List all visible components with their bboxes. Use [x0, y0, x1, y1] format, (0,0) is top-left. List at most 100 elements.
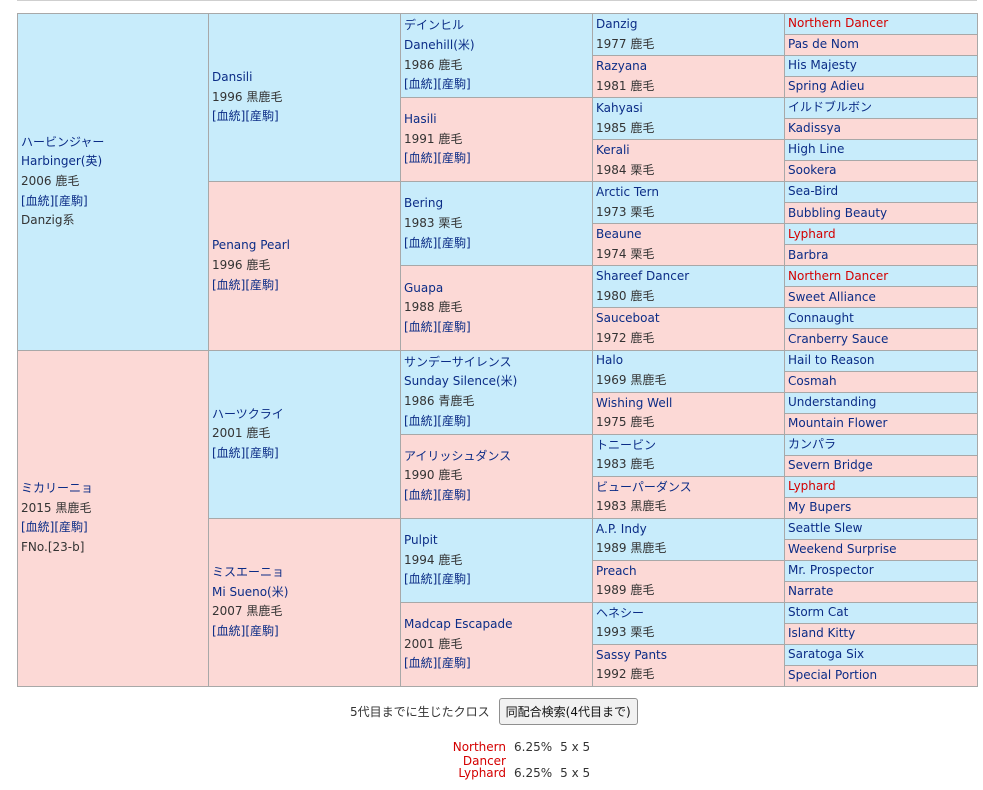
horse-name-link[interactable]: Mr. Prospector: [788, 561, 974, 580]
horse-name-link[interactable]: Sauceboat: [596, 309, 781, 329]
horse-name-link[interactable]: Cosmah: [788, 372, 974, 391]
horse-name-link[interactable]: Hail to Reason: [788, 351, 974, 370]
pedigree-offspring-links[interactable]: [血統][産駒]: [404, 234, 589, 254]
pedigree-offspring-links[interactable]: [血統][産駒]: [21, 192, 205, 212]
horse-name-link[interactable]: カンパラ: [788, 435, 974, 454]
pedigree-offspring-links[interactable]: [血統][産駒]: [404, 318, 589, 338]
pedigree-offspring-links[interactable]: [血統][産駒]: [212, 276, 397, 296]
pedigree-offspring-links[interactable]: [血統][産駒]: [212, 444, 397, 464]
horse-name-link[interactable]: Severn Bridge: [788, 456, 974, 475]
horse-alt-name-link[interactable]: Danehill(米): [404, 36, 589, 56]
cross-row: Northern Dancer 6.25% 5 x 5: [410, 740, 590, 768]
pedigree-cell-gen5: My Bupers: [784, 496, 978, 519]
pedigree-offspring-links[interactable]: [血統][産駒]: [212, 622, 397, 642]
horse-name-link[interactable]: Saratoga Six: [788, 645, 974, 664]
horse-name-link[interactable]: Hasili: [404, 110, 589, 130]
cross-horse-link[interactable]: Northern Dancer: [410, 740, 506, 768]
horse-name-link[interactable]: Bering: [404, 194, 589, 214]
horse-name-link[interactable]: Spring Adieu: [788, 78, 974, 97]
horse-year-color: 1996 鹿毛: [212, 258, 271, 273]
horse-name-link[interactable]: Guapa: [404, 279, 589, 299]
horse-name-link[interactable]: Danzig: [596, 15, 781, 35]
horse-name-link[interactable]: Kerali: [596, 141, 781, 161]
cross-percent: 6.25%: [514, 766, 553, 780]
horse-name-link[interactable]: Lyphard: [788, 477, 974, 496]
horse-name-link[interactable]: His Majesty: [788, 57, 974, 76]
pedigree-offspring-links[interactable]: [血統][産駒]: [404, 486, 589, 506]
horse-name-link[interactable]: Kahyasi: [596, 99, 781, 119]
horse-name-link[interactable]: Northern Dancer: [788, 15, 974, 34]
horse-name-link[interactable]: Beaune: [596, 225, 781, 245]
cross-horse-link[interactable]: Lyphard: [410, 766, 506, 784]
horse-name-link[interactable]: My Bupers: [788, 498, 974, 517]
horse-name-link[interactable]: ミスエーニョ: [212, 563, 397, 583]
horse-year-color: 1973 栗毛: [596, 204, 655, 219]
horse-year-color: 1969 黒鹿毛: [596, 373, 667, 388]
horse-name-link[interactable]: Arctic Tern: [596, 183, 781, 203]
horse-name-link[interactable]: ミカリーニョ: [21, 479, 205, 499]
pedigree-cell-gen5: His Majesty: [784, 55, 978, 78]
horse-name-link[interactable]: Connaught: [788, 309, 974, 328]
horse-year-color: 1983 鹿毛: [596, 457, 655, 472]
horse-alt-name-link[interactable]: Mi Sueno(米): [212, 583, 397, 603]
horse-name-link[interactable]: Understanding: [788, 393, 974, 412]
horse-name-link[interactable]: イルドブルボン: [788, 99, 974, 118]
horse-name-link[interactable]: ビューパーダンス: [596, 478, 781, 498]
horse-name-link[interactable]: アイリッシュダンス: [404, 447, 589, 467]
horse-name-link[interactable]: Storm Cat: [788, 603, 974, 622]
pedigree-offspring-links[interactable]: [血統][産駒]: [404, 75, 589, 95]
horse-name-link[interactable]: Weekend Surprise: [788, 540, 974, 559]
horse-alt-name-link[interactable]: Sunday Silence(米): [404, 372, 589, 392]
horse-name-link[interactable]: Sassy Pants: [596, 646, 781, 666]
horse-name-link[interactable]: Special Portion: [788, 666, 974, 685]
horse-name-link[interactable]: High Line: [788, 141, 974, 160]
pedigree-table: ハービンジャー Harbinger(英) 2006 鹿毛 [血統][産駒] Danzig…: [17, 12, 978, 688]
similar-breeding-search-button[interactable]: 同配合検索(4代目まで): [498, 698, 638, 725]
horse-name-link[interactable]: Mountain Flower: [788, 414, 974, 433]
pedigree-offspring-links[interactable]: [血統][産駒]: [21, 518, 205, 538]
horse-name-link[interactable]: A.P. Indy: [596, 520, 781, 540]
horse-name-link[interactable]: Razyana: [596, 57, 781, 77]
horse-year-color: 1991 鹿毛: [404, 131, 463, 146]
pedigree-cell-gen4: Sassy Pants 1992 鹿毛: [592, 643, 785, 688]
pedigree-cell-gen5: Sookera: [784, 160, 978, 183]
pedigree-offspring-links[interactable]: [血統][産駒]: [404, 654, 589, 674]
horse-name-link[interactable]: ヘネシー: [596, 604, 781, 624]
horse-name-link[interactable]: Cranberry Sauce: [788, 330, 974, 349]
horse-name-link[interactable]: Island Kitty: [788, 624, 974, 643]
horse-year-color: 1994 鹿毛: [404, 552, 463, 567]
pedigree-cell-gen5: Sea-Bird: [784, 181, 978, 204]
pedigree-offspring-links[interactable]: [血統][産駒]: [404, 149, 589, 169]
horse-name-link[interactable]: トニービン: [596, 436, 781, 456]
pedigree-offspring-links[interactable]: [血統][産駒]: [212, 107, 397, 127]
horse-name-link[interactable]: Northern Dancer: [788, 267, 974, 286]
horse-name-link[interactable]: Bubbling Beauty: [788, 204, 974, 223]
horse-name-link[interactable]: Pas de Nom: [788, 36, 974, 55]
horse-name-link[interactable]: Pulpit: [404, 531, 589, 551]
horse-name-link[interactable]: デインヒル: [404, 16, 589, 36]
horse-name-link[interactable]: Halo: [596, 351, 781, 371]
horse-name-link[interactable]: Barbra: [788, 246, 974, 265]
horse-name-link[interactable]: Sookera: [788, 162, 974, 181]
horse-name-link[interactable]: Kadissya: [788, 120, 974, 139]
horse-name-link[interactable]: Seattle Slew: [788, 519, 974, 538]
horse-name-link[interactable]: Wishing Well: [596, 394, 781, 414]
horse-name-link[interactable]: Penang Pearl: [212, 236, 397, 256]
pedigree-cell-gen1: ミカリーニョ 2015 黒鹿毛 [血統][産駒] FNo.[23-b]: [17, 349, 209, 687]
horse-name-link[interactable]: ハーツクライ: [212, 405, 397, 425]
horse-name-link[interactable]: Sweet Alliance: [788, 288, 974, 307]
horse-name-link[interactable]: Shareef Dancer: [596, 267, 781, 287]
pedigree-cell-gen5: Sweet Alliance: [784, 286, 978, 309]
horse-name-link[interactable]: Preach: [596, 562, 781, 582]
horse-name-link[interactable]: ハービンジャー: [21, 133, 205, 153]
pedigree-cell-gen4: Wishing Well 1975 鹿毛: [592, 391, 785, 435]
horse-name-link[interactable]: サンデーサイレンス: [404, 353, 589, 373]
pedigree-offspring-links[interactable]: [血統][産駒]: [404, 570, 589, 590]
horse-name-link[interactable]: Madcap Escapade: [404, 615, 589, 635]
horse-alt-name-link[interactable]: Harbinger(英): [21, 152, 205, 172]
horse-name-link[interactable]: Narrate: [788, 582, 974, 601]
pedigree-offspring-links[interactable]: [血統][産駒]: [404, 412, 589, 432]
horse-name-link[interactable]: Lyphard: [788, 225, 974, 244]
horse-name-link[interactable]: Sea-Bird: [788, 183, 974, 202]
horse-name-link[interactable]: Dansili: [212, 68, 397, 88]
